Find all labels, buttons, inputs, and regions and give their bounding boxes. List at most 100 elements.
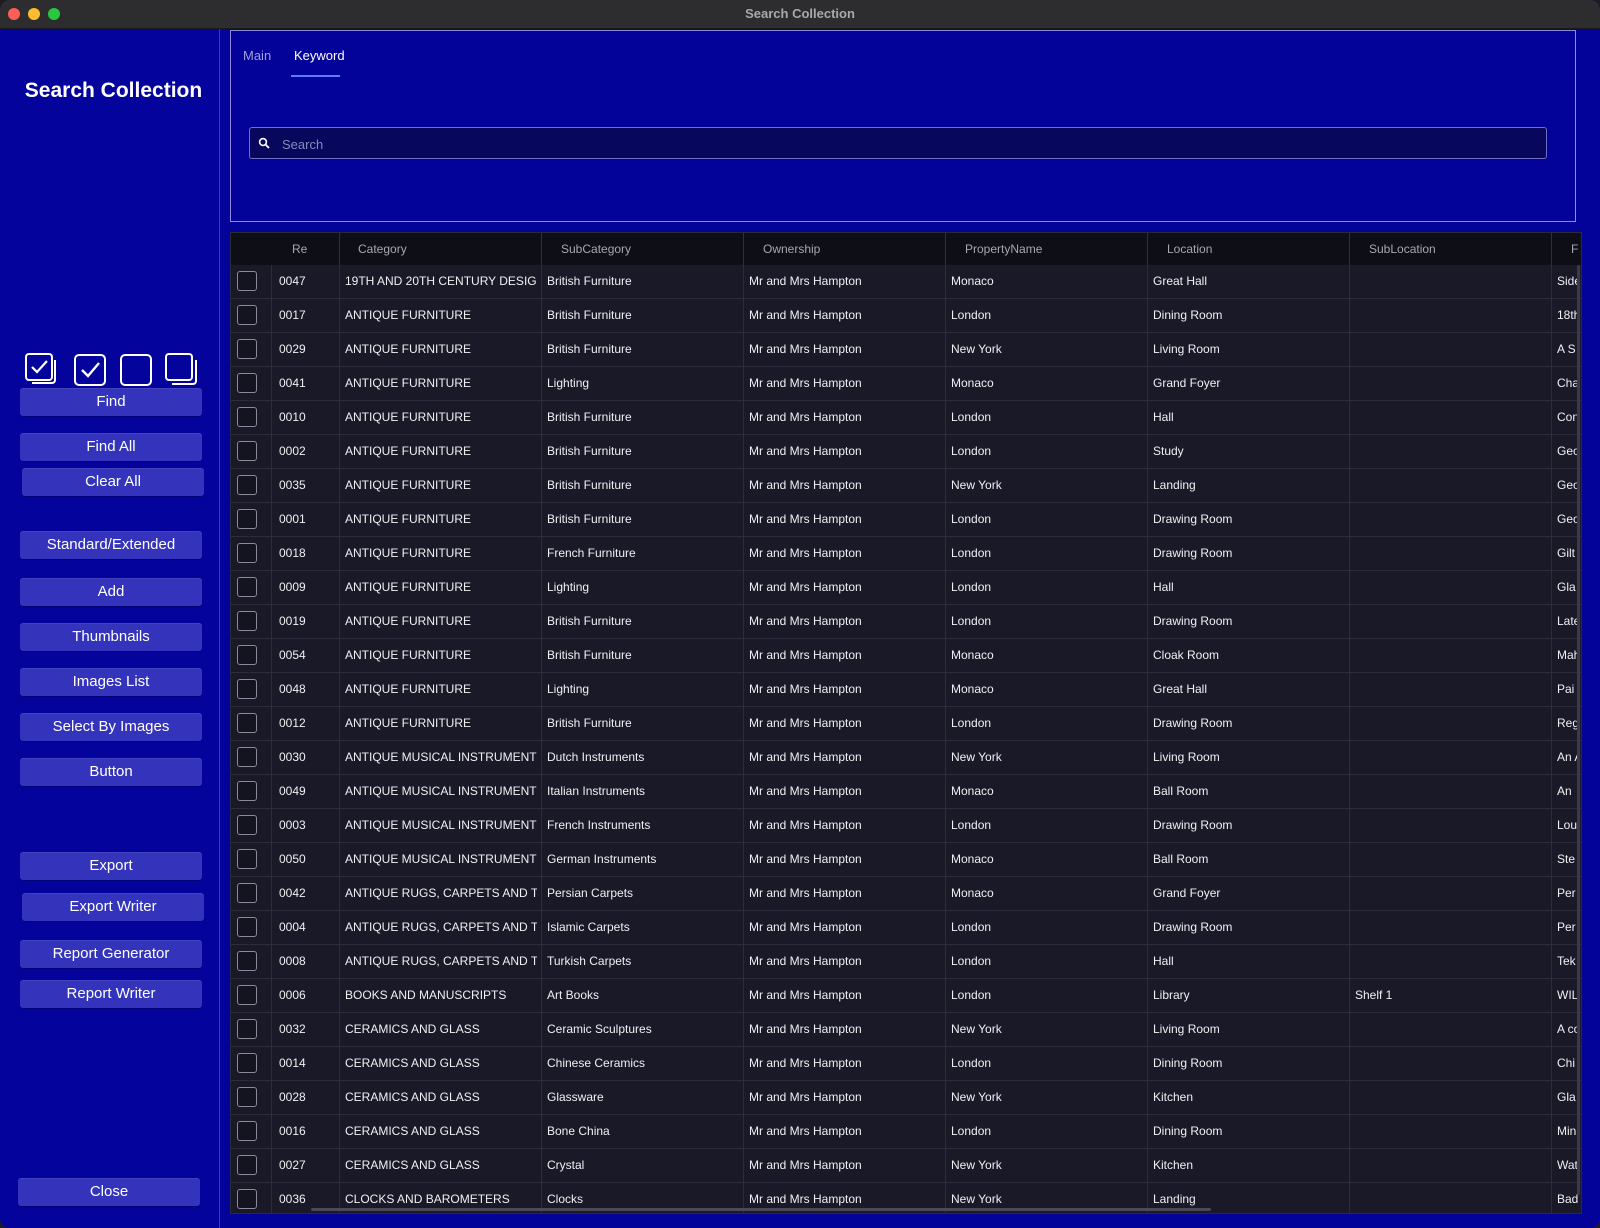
- active-tab-indicator: [291, 75, 340, 77]
- app-window: Search Collection Search Collection Find…: [0, 0, 1600, 1228]
- cell-ownership: Mr and Mrs Hampton: [749, 614, 862, 628]
- row-checkbox[interactable]: [237, 407, 257, 427]
- row-checkbox[interactable]: [237, 475, 257, 495]
- column-header-sublocation[interactable]: SubLocation: [1369, 233, 1549, 265]
- cell-location: Ball Room: [1153, 784, 1209, 798]
- row-checkbox[interactable]: [237, 305, 257, 325]
- table-row[interactable]: 0047 19TH AND 20TH CENTURY DESIGN British …: [231, 265, 1581, 299]
- row-checkbox[interactable]: [237, 713, 257, 733]
- table-row[interactable]: 0035 ANTIQUE FURNITURE British Furniture Mr…: [231, 469, 1581, 503]
- table-row[interactable]: 0016 CERAMICS AND GLASS Bone China Mr and M…: [231, 1115, 1581, 1149]
- table-row[interactable]: 0017 ANTIQUE FURNITURE British Furniture Mr…: [231, 299, 1581, 333]
- table-row[interactable]: 0014 CERAMICS AND GLASS Chinese Ceramics Mr…: [231, 1047, 1581, 1081]
- clear-all-button[interactable]: Clear All: [22, 468, 204, 496]
- table-row[interactable]: 0019 ANTIQUE FURNITURE British Furniture Mr…: [231, 605, 1581, 639]
- copy-selection-icon[interactable]: [164, 352, 200, 388]
- find-all-button[interactable]: Find All: [20, 433, 202, 461]
- table-row[interactable]: 0041 ANTIQUE FURNITURE Lighting Mr and Mrs …: [231, 367, 1581, 401]
- cell-re: 0049: [279, 784, 306, 798]
- row-checkbox[interactable]: [237, 747, 257, 767]
- row-checkbox[interactable]: [237, 611, 257, 631]
- row-checkbox[interactable]: [237, 1155, 257, 1175]
- row-checkbox[interactable]: [237, 441, 257, 461]
- row-checkbox[interactable]: [237, 1087, 257, 1107]
- row-checkbox[interactable]: [237, 917, 257, 937]
- export-button[interactable]: Export: [20, 852, 202, 880]
- table-row[interactable]: 0003 ANTIQUE MUSICAL INSTRUMENTS French In…: [231, 809, 1581, 843]
- add-button[interactable]: Add: [20, 578, 202, 606]
- table-row[interactable]: 0001 ANTIQUE FURNITURE British Furniture Mr…: [231, 503, 1581, 537]
- row-checkbox[interactable]: [237, 1121, 257, 1141]
- cell-category: ANTIQUE MUSICAL INSTRUMENTS: [345, 852, 537, 866]
- column-header-re[interactable]: Re: [292, 233, 332, 265]
- table-row[interactable]: 0012 ANTIQUE FURNITURE British Furniture Mr…: [231, 707, 1581, 741]
- row-checkbox[interactable]: [237, 849, 257, 869]
- cell-f: Gilt: [1557, 546, 1575, 560]
- row-checkbox[interactable]: [237, 679, 257, 699]
- row-checkbox[interactable]: [237, 883, 257, 903]
- table-row[interactable]: 0054 ANTIQUE FURNITURE British Furniture Mr…: [231, 639, 1581, 673]
- horizontal-scrollbar[interactable]: [311, 1208, 1211, 1211]
- vertical-scrollbar[interactable]: [1577, 265, 1580, 1195]
- table-row[interactable]: 0004 ANTIQUE RUGS, CARPETS AND TEXTILES Is…: [231, 911, 1581, 945]
- column-header-ownership[interactable]: Ownership: [763, 233, 943, 265]
- cell-re: 0029: [279, 342, 306, 356]
- cell-f: Per: [1557, 886, 1576, 900]
- close-button[interactable]: Close: [18, 1178, 200, 1206]
- row-checkbox[interactable]: [237, 781, 257, 801]
- row-checkbox[interactable]: [237, 645, 257, 665]
- table-row[interactable]: 0049 ANTIQUE MUSICAL INSTRUMENTS Italian I…: [231, 775, 1581, 809]
- export-writer-button[interactable]: Export Writer: [22, 893, 204, 921]
- thumbnails-button[interactable]: Thumbnails: [20, 623, 202, 651]
- select-by-images-button[interactable]: Select By Images: [20, 713, 202, 741]
- table-row[interactable]: 0027 CERAMICS AND GLASS Crystal Mr and Mrs …: [231, 1149, 1581, 1183]
- table-row[interactable]: 0006 BOOKS AND MANUSCRIPTS Art Books Mr and…: [231, 979, 1581, 1013]
- table-row[interactable]: 0032 CERAMICS AND GLASS Ceramic Sculptures…: [231, 1013, 1581, 1047]
- report-generator-button[interactable]: Report Generator: [20, 940, 202, 968]
- row-checkbox[interactable]: [237, 509, 257, 529]
- cell-ownership: Mr and Mrs Hampton: [749, 546, 862, 560]
- row-checkbox[interactable]: [237, 815, 257, 835]
- table-row[interactable]: 0030 ANTIQUE MUSICAL INSTRUMENTS Dutch Ins…: [231, 741, 1581, 775]
- cell-f: Min: [1557, 1124, 1577, 1138]
- cell-f: Geo: [1557, 512, 1579, 526]
- images-list-button[interactable]: Images List: [20, 668, 202, 696]
- table-row[interactable]: 0008 ANTIQUE RUGS, CARPETS AND TEXTILES Tu…: [231, 945, 1581, 979]
- table-row[interactable]: 0050 ANTIQUE MUSICAL INSTRUMENTS German In…: [231, 843, 1581, 877]
- table-row[interactable]: 0010 ANTIQUE FURNITURE British Furniture Mr…: [231, 401, 1581, 435]
- deselect-icon[interactable]: [118, 352, 154, 388]
- table-row[interactable]: 0029 ANTIQUE FURNITURE British Furniture Mr…: [231, 333, 1581, 367]
- find-button[interactable]: Find: [20, 388, 202, 416]
- table-row[interactable]: 0042 ANTIQUE RUGS, CARPETS AND TEXTILES Pe…: [231, 877, 1581, 911]
- cell-location: Kitchen: [1153, 1090, 1194, 1104]
- check-icon[interactable]: [72, 352, 108, 388]
- select-all-icon[interactable]: [24, 352, 60, 388]
- column-header-subcategory[interactable]: SubCategory: [561, 233, 741, 265]
- column-header-location[interactable]: Location: [1167, 233, 1347, 265]
- column-header-category[interactable]: Category: [358, 233, 538, 265]
- tab-keyword[interactable]: Keyword: [294, 48, 345, 63]
- table-row[interactable]: 0048 ANTIQUE FURNITURE Lighting Mr and Mrs …: [231, 673, 1581, 707]
- search-field[interactable]: [249, 127, 1547, 160]
- search-input[interactable]: [280, 128, 1534, 160]
- row-checkbox[interactable]: [237, 951, 257, 971]
- standard-extended-button[interactable]: Standard/Extended: [20, 531, 202, 559]
- row-checkbox[interactable]: [237, 271, 257, 291]
- row-checkbox[interactable]: [237, 985, 257, 1005]
- row-checkbox[interactable]: [237, 543, 257, 563]
- row-checkbox[interactable]: [237, 1189, 257, 1209]
- report-writer-button[interactable]: Report Writer: [20, 980, 202, 1008]
- column-header-propertyname[interactable]: PropertyName: [965, 233, 1145, 265]
- table-row[interactable]: 0002 ANTIQUE FURNITURE British Furniture Mr…: [231, 435, 1581, 469]
- row-checkbox[interactable]: [237, 1019, 257, 1039]
- row-checkbox[interactable]: [237, 339, 257, 359]
- tab-main[interactable]: Main: [243, 48, 271, 63]
- table-row[interactable]: 0009 ANTIQUE FURNITURE Lighting Mr and Mrs …: [231, 571, 1581, 605]
- table-row[interactable]: 0028 CERAMICS AND GLASS Glassware Mr and Mr…: [231, 1081, 1581, 1115]
- column-header-f[interactable]: F: [1571, 233, 1581, 265]
- table-row[interactable]: 0018 ANTIQUE FURNITURE French Furniture Mr …: [231, 537, 1581, 571]
- generic-button[interactable]: Button: [20, 758, 202, 786]
- row-checkbox[interactable]: [237, 1053, 257, 1073]
- row-checkbox[interactable]: [237, 577, 257, 597]
- row-checkbox[interactable]: [237, 373, 257, 393]
